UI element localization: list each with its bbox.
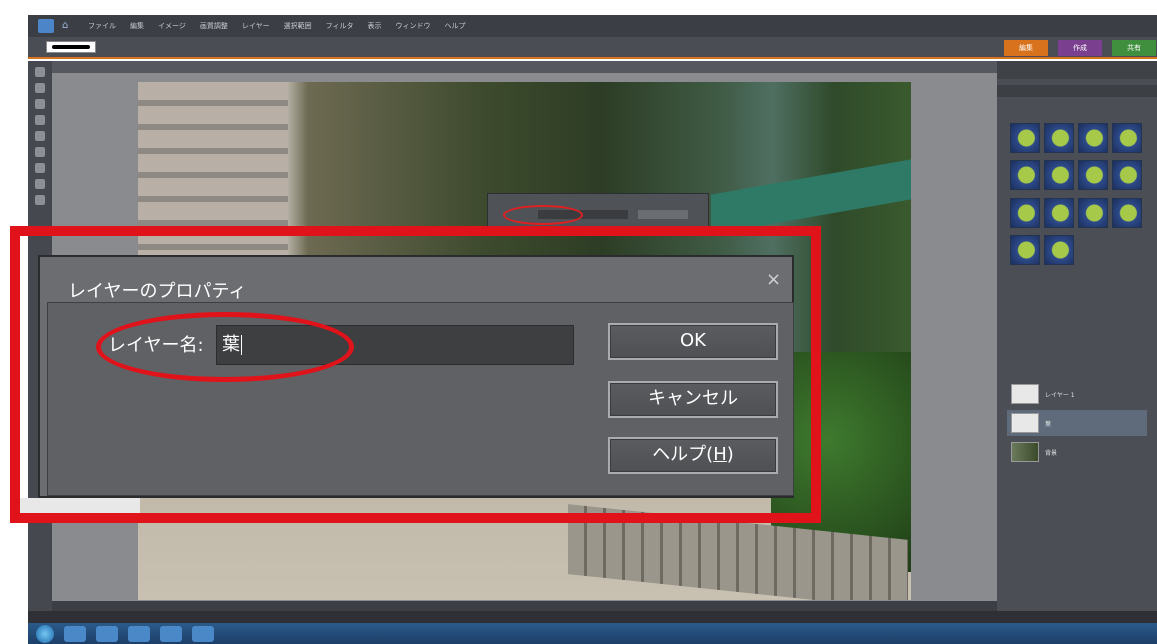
- layer-name: 葉: [1045, 420, 1052, 428]
- layer-row[interactable]: 背景: [1007, 439, 1147, 465]
- eyedropper-tool-icon[interactable]: [35, 115, 45, 125]
- start-button-icon[interactable]: [36, 624, 54, 643]
- menu-help[interactable]: ヘルプ: [445, 21, 466, 31]
- menu-view[interactable]: 表示: [368, 21, 382, 31]
- effect-thumbnail[interactable]: [1112, 123, 1142, 153]
- ok-button[interactable]: OK: [608, 323, 778, 360]
- app-taskbar-icon[interactable]: [160, 625, 182, 642]
- selection-brush-tool-icon[interactable]: [35, 179, 45, 189]
- effect-thumbnail[interactable]: [1010, 197, 1040, 228]
- effect-thumbnail[interactable]: [1112, 160, 1142, 191]
- hand-tool-icon[interactable]: [35, 99, 45, 109]
- magic-wand-tool-icon[interactable]: [35, 163, 45, 173]
- folder-taskbar-icon[interactable]: [96, 625, 118, 642]
- photoshop-taskbar-icon[interactable]: [192, 625, 214, 642]
- effect-thumbnail[interactable]: [1044, 234, 1074, 265]
- menu-select[interactable]: 選択範囲: [284, 21, 312, 31]
- menu-image[interactable]: イメージ: [158, 21, 186, 31]
- effect-thumbnail[interactable]: [1044, 197, 1074, 228]
- effect-thumbnail[interactable]: [1078, 123, 1108, 153]
- tab-edit[interactable]: 編集: [1004, 40, 1048, 56]
- brush-preview[interactable]: [46, 41, 96, 53]
- layer-properties-dialog: レイヤーのプロパティ × レイヤー名: 葉 OK キャンセル ヘルプ(H): [38, 255, 794, 498]
- dialog-title: レイヤーのプロパティ: [68, 281, 247, 302]
- close-icon[interactable]: ×: [766, 269, 781, 290]
- mini-ok-button: [638, 210, 688, 219]
- layer-row-selected[interactable]: 葉: [1007, 410, 1147, 436]
- taskbar: [28, 623, 1157, 644]
- effects-panel-header: [997, 85, 1157, 97]
- layer-thumbnail: [1011, 384, 1039, 404]
- move-tool-icon[interactable]: [35, 67, 45, 77]
- type-tool-icon[interactable]: [35, 195, 45, 205]
- effect-thumbnail[interactable]: [1010, 234, 1040, 265]
- right-panel: レイヤー 1 葉 背景: [997, 61, 1157, 611]
- layer-thumbnail: [1011, 442, 1039, 462]
- effect-thumbnail[interactable]: [1078, 197, 1108, 228]
- zoom-tool-icon[interactable]: [35, 83, 45, 93]
- effect-thumbnail[interactable]: [1112, 197, 1142, 228]
- marquee-tool-icon[interactable]: [35, 131, 45, 141]
- help-label: ヘルプ(: [652, 444, 714, 465]
- tab-share[interactable]: 共有: [1112, 40, 1156, 56]
- lasso-tool-icon[interactable]: [35, 147, 45, 157]
- media-taskbar-icon[interactable]: [128, 625, 150, 642]
- effects-grid: [1010, 123, 1145, 268]
- effect-thumbnail[interactable]: [1044, 160, 1074, 191]
- document-title-bar: [52, 61, 997, 73]
- help-button[interactable]: ヘルプ(H): [608, 437, 778, 474]
- name-highlight-ring: [96, 312, 354, 382]
- menu-file[interactable]: ファイル: [88, 21, 116, 31]
- help-accelerator-key: H: [713, 444, 727, 465]
- mini-highlight-ring: [503, 205, 583, 225]
- layer-row[interactable]: レイヤー 1: [1007, 381, 1147, 407]
- browser-taskbar-icon[interactable]: [64, 625, 86, 642]
- app-logo-icon: [38, 19, 54, 33]
- brush-stroke-icon: [52, 45, 90, 49]
- layers-list: レイヤー 1 葉 背景: [1007, 381, 1147, 468]
- effect-thumbnail[interactable]: [1078, 160, 1108, 191]
- layer-name: 背景: [1045, 449, 1058, 457]
- project-bin-strip: [28, 611, 1157, 623]
- menu-enhance[interactable]: 画質調整: [200, 21, 228, 31]
- menu-layer[interactable]: レイヤー: [242, 21, 270, 31]
- status-bar: [52, 601, 997, 611]
- tab-create[interactable]: 作成: [1058, 40, 1102, 56]
- layer-thumbnail: [1011, 413, 1039, 433]
- layer-name: レイヤー 1: [1045, 391, 1075, 399]
- panel-tabs[interactable]: [997, 61, 1157, 79]
- effect-thumbnail[interactable]: [1044, 123, 1074, 153]
- photo-canopy: [711, 159, 911, 235]
- options-bar: [28, 37, 1157, 59]
- menu-bar: ⌂ ファイル 編集 イメージ 画質調整 レイヤー 選択範囲 フィルタ 表示 ウィ…: [28, 15, 1157, 37]
- menu-edit[interactable]: 編集: [130, 21, 144, 31]
- menu-window[interactable]: ウィンドウ: [396, 21, 431, 31]
- help-label-tail: ): [726, 444, 734, 465]
- effect-thumbnail[interactable]: [1010, 123, 1040, 153]
- white-patch: [20, 498, 140, 513]
- cancel-button[interactable]: キャンセル: [608, 381, 778, 418]
- menu-filter[interactable]: フィルタ: [326, 21, 354, 31]
- effect-thumbnail[interactable]: [1010, 160, 1040, 191]
- home-icon[interactable]: ⌂: [62, 20, 74, 32]
